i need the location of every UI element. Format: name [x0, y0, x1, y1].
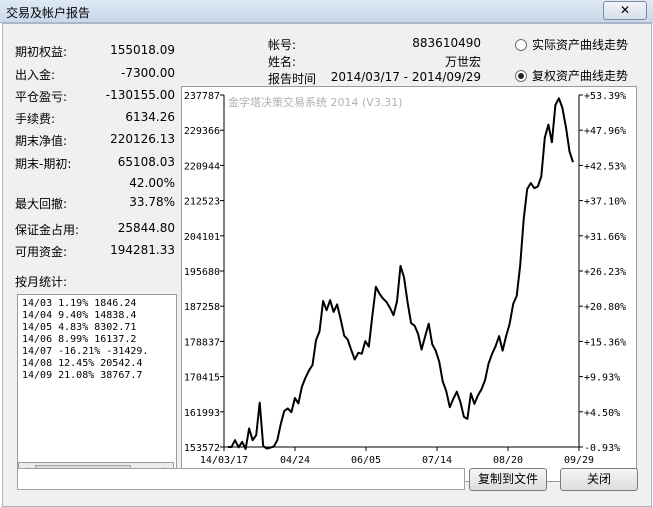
list-item[interactable]: 14/07 -16.21% -31429. [22, 346, 148, 358]
y-right-tick-label: +31.66% [584, 232, 626, 243]
name-value: 万世宏 [444, 55, 481, 69]
report-period-label: 报告时间 [268, 72, 317, 86]
summary-value-3: 6134.26 [125, 110, 175, 124]
y-right-tick-label: -0.93% [584, 443, 620, 454]
report-client-area: 期初权益: 155018.09 出入金: -7300.00 平仓盈亏: -130… [2, 23, 652, 507]
summary-label-9: 可用资金: [15, 245, 68, 259]
summary-value-4: 220126.13 [110, 132, 175, 146]
summary-label-3: 手续费: [15, 112, 56, 126]
summary-value-9: 194281.33 [110, 243, 175, 257]
account-value: 883610490 [412, 36, 481, 50]
window-title: 交易及帐户报告 [6, 6, 91, 20]
y-right-tick-label: +20.80% [584, 302, 626, 313]
y-right-tick-label: +15.36% [584, 337, 626, 348]
y-right-tick-label: +4.50% [584, 408, 620, 419]
actual-curve-radio[interactable] [515, 39, 527, 51]
title-bar: 交易及帐户报告 ✕ [0, 0, 653, 23]
chart-title: 金字塔决策交易系统 2014 (V3.31) [228, 95, 403, 109]
y-left-tick-label: 204101 [184, 232, 220, 243]
summary-value-0: 155018.09 [110, 43, 175, 57]
y-right-tick-label: +47.96% [584, 126, 626, 137]
y-right-tick-label: +9.93% [584, 373, 620, 384]
y-left-tick-label: 153572 [184, 443, 220, 454]
summary-value-1: -7300.00 [121, 66, 175, 80]
summary-label-5: 期末-期初: [15, 157, 72, 171]
equity-chart: 237787 229366 220944 212523 204101 195680 1872… [181, 86, 637, 482]
x-tick-label: 06/05 [351, 455, 381, 466]
summary-label-2: 平仓盈亏: [15, 90, 68, 104]
summary-label-8: 保证金占用: [15, 223, 80, 237]
actual-curve-label[interactable]: 实际资产曲线走势 [532, 36, 628, 53]
summary-value-6: 42.00% [129, 176, 175, 190]
x-tick-label: 07/14 [422, 455, 452, 466]
list-item[interactable]: 14/06 8.99% 16137.2 [22, 334, 136, 346]
monthly-stats-label: 按月统计: [15, 275, 68, 289]
adjusted-curve-label[interactable]: 复权资产曲线走势 [532, 67, 628, 84]
name-label: 姓名: [268, 55, 297, 69]
list-item[interactable]: 14/09 21.08% 38767.7 [22, 370, 142, 382]
monthly-stats-list[interactable]: 14/03 1.19% 1846.24 14/04 9.40% 14838.4 … [17, 294, 177, 481]
x-tick-label: 09/29 [564, 455, 594, 466]
y-left-tick-label: 195680 [184, 267, 220, 278]
summary-value-7: 33.78% [129, 195, 175, 209]
y-right-tick-label: +26.23% [584, 267, 626, 278]
y-left-tick-label: 212523 [184, 197, 220, 208]
summary-value-8: 25844.80 [117, 221, 175, 235]
account-label: 帐号: [268, 38, 297, 52]
x-tick-label: 08/20 [493, 455, 523, 466]
list-item[interactable]: 14/05 4.83% 8302.71 [22, 322, 136, 334]
report-period-value: 2014/03/17 - 2014/09/29 [330, 70, 481, 84]
y-left-tick-label: 170415 [184, 373, 220, 384]
x-tick-label: 14/03/17 [200, 455, 248, 466]
y-right-tick-label: +53.39% [584, 91, 626, 102]
list-item[interactable]: 14/03 1.19% 1846.24 [22, 298, 136, 310]
x-tick-label: 04/24 [280, 455, 310, 466]
y-right-tick-label: +42.53% [584, 161, 626, 172]
window-close-button[interactable]: ✕ [603, 1, 647, 20]
summary-label-1: 出入金: [15, 68, 56, 82]
y-left-tick-label: 220944 [184, 161, 220, 172]
close-button[interactable]: 关闭 [560, 468, 638, 491]
equity-chart-svg: 237787 229366 220944 212523 204101 195680 1872… [184, 91, 626, 466]
y-left-tick-label: 229366 [184, 126, 220, 137]
copy-to-file-button[interactable]: 复制到文件 [469, 468, 547, 491]
status-field [17, 468, 465, 490]
list-item[interactable]: 14/08 12.45% 20542.4 [22, 358, 142, 370]
adjusted-curve-radio[interactable] [515, 70, 527, 82]
series-line-0 [228, 97, 574, 450]
summary-label-4: 期末净值: [15, 134, 68, 148]
y-left-tick-label: 237787 [184, 91, 220, 102]
y-left-tick-label: 178837 [184, 337, 220, 348]
y-right-tick-label: +37.10% [584, 197, 626, 208]
summary-label-0: 期初权益: [15, 45, 68, 59]
summary-value-2: -130155.00 [105, 88, 175, 102]
y-left-tick-label: 161993 [184, 408, 220, 419]
summary-value-5: 65108.03 [117, 155, 175, 169]
summary-label-7: 最大回撤: [15, 197, 68, 211]
y-left-tick-label: 187258 [184, 302, 220, 313]
list-item[interactable]: 14/04 9.40% 14838.4 [22, 310, 136, 322]
